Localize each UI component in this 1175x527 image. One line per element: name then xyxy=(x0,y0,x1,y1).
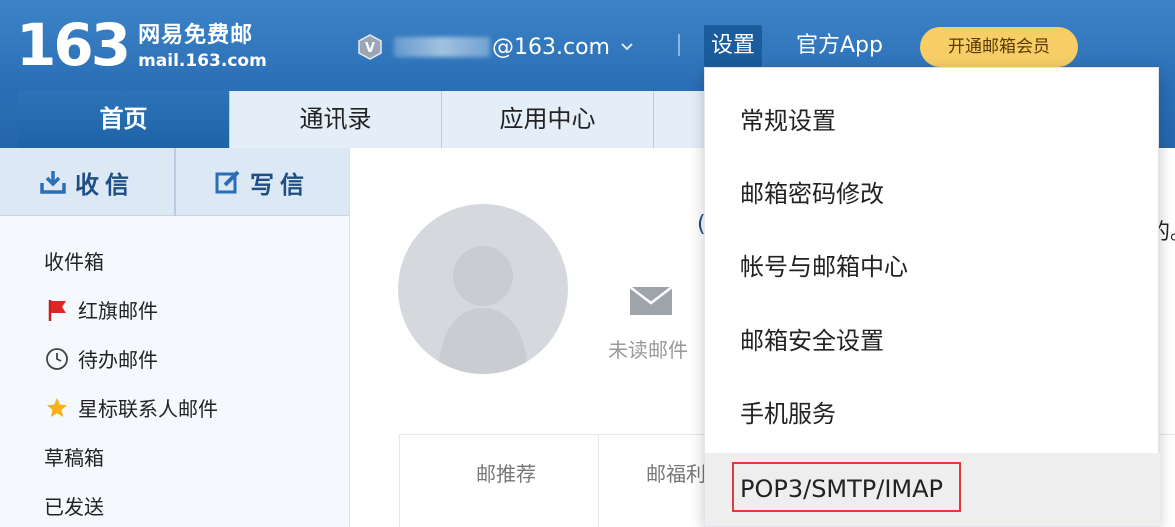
folder-todo[interactable]: 待办邮件 xyxy=(44,334,218,383)
logo-number: 163 xyxy=(16,11,131,79)
receive-button[interactable]: 收信 xyxy=(0,148,174,216)
sidebar: 收信 写信 收件箱 红旗邮件 待办邮件 星标联系人邮件 草稿箱 已发送 xyxy=(0,148,350,527)
folder-sent[interactable]: 已发送 xyxy=(44,481,218,527)
account-switcher[interactable]: V @163.com xyxy=(356,30,636,64)
inbox-download-icon xyxy=(39,169,67,195)
menu-item-mobile-service[interactable]: 手机服务 xyxy=(705,378,1160,451)
clock-icon xyxy=(44,346,70,372)
logo-domain: mail.163.com xyxy=(138,51,267,71)
account-email-domain: @163.com xyxy=(492,34,610,60)
menu-item-password-change[interactable]: 邮箱密码修改 xyxy=(705,158,1160,231)
chevron-down-icon[interactable] xyxy=(620,39,636,55)
red-flag-icon xyxy=(44,297,70,323)
masked-username xyxy=(394,37,490,57)
compose-pencil-icon xyxy=(214,169,242,195)
folder-label: 星标联系人邮件 xyxy=(78,397,218,421)
official-app-link[interactable]: 官方App xyxy=(796,25,883,67)
write-button[interactable]: 写信 xyxy=(174,148,348,216)
folder-starred-contacts[interactable]: 星标联系人邮件 xyxy=(44,383,218,432)
member-button[interactable]: 开通邮箱会员 xyxy=(920,27,1078,67)
settings-dropdown: 常规设置 邮箱密码修改 帐号与邮箱中心 邮箱安全设置 手机服务 POP3/SMT… xyxy=(704,67,1160,527)
vip-badge-icon: V xyxy=(356,33,384,61)
star-icon xyxy=(44,395,70,421)
avatar[interactable] xyxy=(398,204,568,374)
envelope-icon[interactable] xyxy=(628,284,674,318)
settings-link[interactable]: 设置 xyxy=(704,25,763,67)
unread-mail-label[interactable]: 未读邮件 xyxy=(608,334,688,363)
tab-benefits[interactable]: 邮福利 xyxy=(646,458,706,487)
write-label: 写信 xyxy=(250,170,310,199)
menu-item-security-settings[interactable]: 邮箱安全设置 xyxy=(705,305,1160,378)
section-divider xyxy=(598,434,599,527)
mail-logo[interactable]: 163 网易免费邮 mail.163.com xyxy=(16,14,267,80)
folder-list: 收件箱 红旗邮件 待办邮件 星标联系人邮件 草稿箱 已发送 xyxy=(44,236,218,527)
folder-flagged[interactable]: 红旗邮件 xyxy=(44,285,218,334)
highlight-box xyxy=(732,462,961,512)
folder-label: 草稿箱 xyxy=(44,446,104,470)
tab-home[interactable]: 首页 xyxy=(18,91,230,148)
folder-label: 待办邮件 xyxy=(78,348,158,372)
folder-label: 已发送 xyxy=(44,495,104,519)
tab-contacts[interactable]: 通讯录 xyxy=(230,91,442,148)
tab-recommend[interactable]: 邮推荐 xyxy=(476,458,536,487)
menu-item-account-center[interactable]: 帐号与邮箱中心 xyxy=(705,231,1160,304)
logo-name: 网易免费邮 xyxy=(138,23,254,48)
main-tabs: 首页 通讯录 应用中心 xyxy=(18,91,714,148)
compose-bar: 收信 写信 xyxy=(0,148,349,216)
svg-text:V: V xyxy=(365,41,375,56)
menu-item-general-settings[interactable]: 常规设置 xyxy=(705,85,1160,158)
folder-label: 红旗邮件 xyxy=(78,299,158,323)
tab-app-center[interactable]: 应用中心 xyxy=(442,91,654,148)
header-divider xyxy=(678,34,680,56)
folder-inbox[interactable]: 收件箱 xyxy=(44,236,218,285)
receive-label: 收信 xyxy=(75,170,135,199)
folder-label: 收件箱 xyxy=(44,250,104,274)
folder-drafts[interactable]: 草稿箱 xyxy=(44,432,218,481)
